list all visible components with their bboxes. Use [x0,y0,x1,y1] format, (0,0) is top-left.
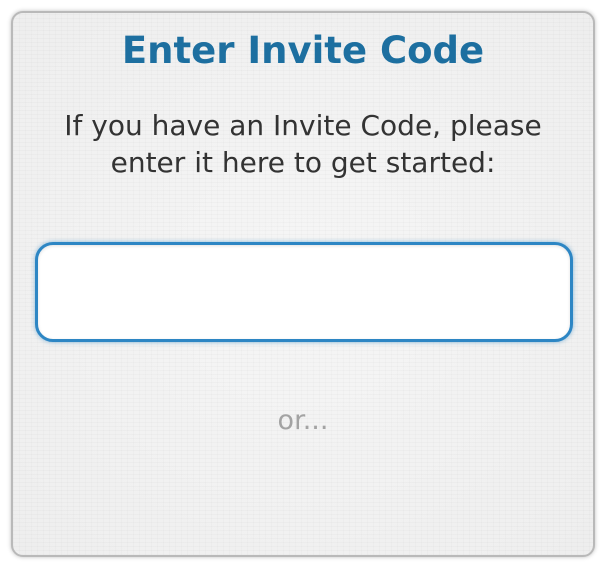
dialog-title: Enter Invite Code [121,29,485,72]
invite-instructions: If you have an Invite Code, please enter… [64,109,542,179]
invite-code-input[interactable] [35,242,573,342]
invite-code-dialog: Enter Invite Code If you have an Invite … [11,11,595,557]
or-separator-text: or... [277,405,329,436]
